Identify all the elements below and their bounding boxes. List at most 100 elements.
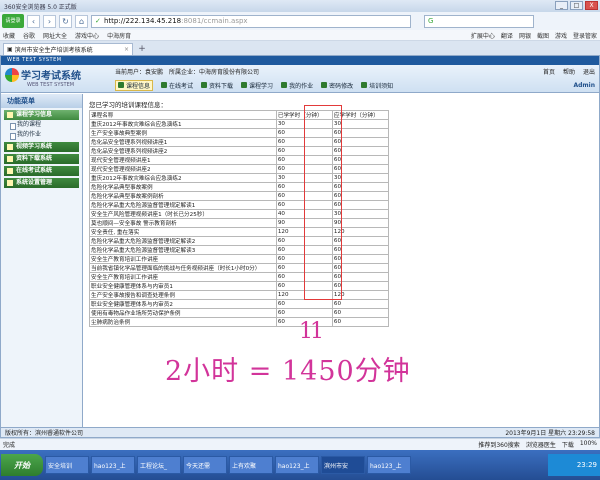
menu-course-info[interactable]: 课程信息	[115, 79, 154, 91]
sidebar-item-my-homework[interactable]: 我的作业	[1, 130, 82, 140]
clock[interactable]: 23:29	[577, 461, 597, 469]
table-row: 危化品安全管理系列视频讲座2 60 60	[89, 146, 390, 156]
sidebar-section-exam[interactable]: 在线考试系统	[4, 166, 79, 176]
menu-label: 资料下载	[209, 82, 234, 90]
sidebar-section-downloads[interactable]: 资料下载系统	[4, 154, 79, 164]
back-icon[interactable]: ‹	[27, 14, 40, 28]
refresh-icon[interactable]: ↻	[59, 14, 72, 28]
menu-label: 密码修改	[329, 82, 354, 90]
studied-minutes-cell: 60	[275, 254, 333, 264]
fav-item-zhonghai[interactable]: 中海房育	[107, 31, 131, 40]
bank-tool[interactable]: 网银	[519, 31, 531, 40]
maximize-button[interactable]: □	[570, 1, 583, 10]
current-user: 当前用户：袁安鹏	[115, 69, 164, 76]
browser-doctor[interactable]: 浏览器医生	[526, 440, 556, 449]
required-minutes-cell: 60	[331, 308, 390, 318]
sidebar-item-my-courses[interactable]: 我的课程	[1, 120, 82, 130]
taskbar-item[interactable]: hao123_上	[91, 456, 135, 474]
window-controls: _ □ X	[555, 1, 598, 10]
table-row: 使用有毒物品作业场所劳动保护条例 60 60	[89, 308, 390, 318]
studied-minutes-cell: 60	[275, 137, 333, 147]
taskbar-item[interactable]: 上有欢聚	[229, 456, 273, 474]
taskbar-item[interactable]: hao123_上	[367, 456, 411, 474]
col-required-minutes: 应学学时（分钟）	[331, 110, 390, 120]
studied-minutes-cell: 60	[275, 164, 333, 174]
fav-item-web-directory[interactable]: 网址大全	[43, 31, 67, 40]
status-tools: 推荐到360搜索 浏览器医生 下载 100%	[478, 440, 597, 449]
menu-course-study[interactable]: 课程学习	[241, 81, 273, 90]
menu-label: 我的作业	[289, 82, 314, 90]
screenshot-tool[interactable]: 截图	[537, 31, 549, 40]
tab-training-system[interactable]: ▣ 滨州市安全生产培训考核系统 ×	[3, 43, 133, 55]
taskbar-item[interactable]: 今天还需	[183, 456, 227, 474]
course-name-cell: 危化品安全管理系列视频讲座1	[89, 137, 277, 147]
required-minutes-cell: 60	[331, 191, 390, 201]
fav-item-collect[interactable]: 收藏	[3, 31, 15, 40]
taskbar-item-active[interactable]: 滨州市安	[321, 456, 365, 474]
status-text: 完成	[3, 442, 16, 449]
taskbar-item[interactable]: 工程论坛_	[137, 456, 181, 474]
home-link[interactable]: 首页	[543, 67, 555, 76]
course-name-cell: 危险化学品典型事故案例剖析	[89, 191, 277, 201]
table-row: 危化品安全管理系列视频讲座1 60 60	[89, 137, 390, 147]
table-row: 职业安全健康管理体系与内审员2 60 60	[89, 299, 390, 309]
table-row: 重庆2012年事故灾难综合应急演练2 30 30	[89, 173, 390, 183]
course-table: 课程名称 已学学时（分钟） 应学学时（分钟） 重庆2012年事故灾难综合应急演练…	[89, 110, 390, 327]
fav-item-google[interactable]: 谷歌	[23, 31, 35, 40]
forward-icon[interactable]: ›	[43, 14, 56, 28]
studied-minutes-cell: 60	[275, 263, 333, 273]
download-status[interactable]: 下载	[562, 440, 574, 449]
address-bar[interactable]: http://222.134.45.218:8081/ccmain.aspx	[91, 14, 411, 28]
table-row: 安全生产教育培训工作讲座 60 60	[89, 272, 390, 282]
app-footer: 版权所有：滨州睿通软件公司 2013年9月1日 星期六 23:29:58	[1, 427, 599, 437]
table-row: 安全生产风险管理视频讲座1（时长已分25秒） 40 30	[89, 209, 390, 219]
table-row: 安全生产教育培训工作讲座 60 60	[89, 254, 390, 264]
app-logo: 学习考试系统 WEB TEST SYSTEM	[1, 65, 111, 92]
minimize-button[interactable]: _	[555, 1, 568, 10]
tab-close-icon[interactable]: ×	[124, 46, 129, 53]
course-name-cell: 职业安全健康管理体系与内审员1	[89, 281, 277, 291]
home-icon[interactable]: ⌂	[75, 14, 88, 28]
required-minutes-cell: 120	[331, 227, 390, 237]
course-name-cell: 危险化学品典型事故案例	[89, 182, 277, 192]
extension-center[interactable]: 扩展中心	[471, 31, 495, 40]
fav-item-game-center[interactable]: 游戏中心	[75, 31, 99, 40]
browser-navbar: 请登录 ‹ › ↻ ⌂ http://222.134.45.218:8081/c…	[0, 12, 600, 30]
translate-tool[interactable]: 翻译	[501, 31, 513, 40]
content-title: 您已学习的培训课程信息：	[89, 101, 167, 109]
close-button[interactable]: X	[585, 1, 598, 10]
menu-online-exam[interactable]: 在线考试	[161, 81, 193, 90]
sidebar-section-settings[interactable]: 系统设置管理	[4, 178, 79, 188]
studied-minutes-cell: 60	[275, 308, 333, 318]
menu-label: 课程信息	[126, 82, 151, 90]
course-name-cell: 生产安全事故典型案例	[89, 128, 277, 138]
course-name-cell: 安全责任, 重在落实	[89, 227, 277, 237]
sidebar-section-course[interactable]: 课程学习信息	[4, 110, 79, 120]
help-link[interactable]: 帮助	[563, 67, 575, 76]
course-name-cell: 现代安全管理视频讲座1	[89, 155, 277, 165]
menu-training-notes[interactable]: 培训须知	[361, 81, 393, 90]
taskbar-item[interactable]: 安全培训	[45, 456, 89, 474]
course-name-cell: 职业安全健康管理体系与内审员2	[89, 299, 277, 309]
logout-link[interactable]: 退出	[583, 67, 595, 76]
course-name-cell: 危险化学品重大危险源监督管理规定解读3	[89, 245, 277, 255]
menu-homework[interactable]: 我的作业	[281, 81, 313, 90]
main-content: 您已学习的培训课程信息： 课程名称 已学学时（分钟） 应学学时（分钟） 重庆20…	[83, 94, 599, 429]
login-badge[interactable]: 请登录	[2, 14, 24, 28]
login-manager[interactable]: 登录管家	[573, 31, 597, 40]
game-tool[interactable]: 游戏	[555, 31, 567, 40]
new-tab-button[interactable]: +	[136, 44, 148, 55]
recommend-360-search[interactable]: 推荐到360搜索	[478, 440, 519, 449]
studied-minutes-cell: 60	[275, 191, 333, 201]
search-input[interactable]: G	[424, 14, 534, 28]
taskbar-item[interactable]: hao123_上	[275, 456, 319, 474]
page-favicon-icon: ▣	[7, 46, 13, 53]
studied-minutes-cell: 60	[275, 146, 333, 156]
required-minutes-cell: 120	[331, 290, 390, 300]
col-course-name: 课程名称	[89, 110, 277, 120]
start-button[interactable]: 开始	[1, 454, 43, 476]
zoom-level[interactable]: 100%	[580, 440, 597, 449]
menu-password[interactable]: 密码修改	[321, 81, 353, 90]
sidebar-section-video[interactable]: 视频学习系统	[4, 142, 79, 152]
menu-downloads[interactable]: 资料下载	[201, 81, 233, 90]
